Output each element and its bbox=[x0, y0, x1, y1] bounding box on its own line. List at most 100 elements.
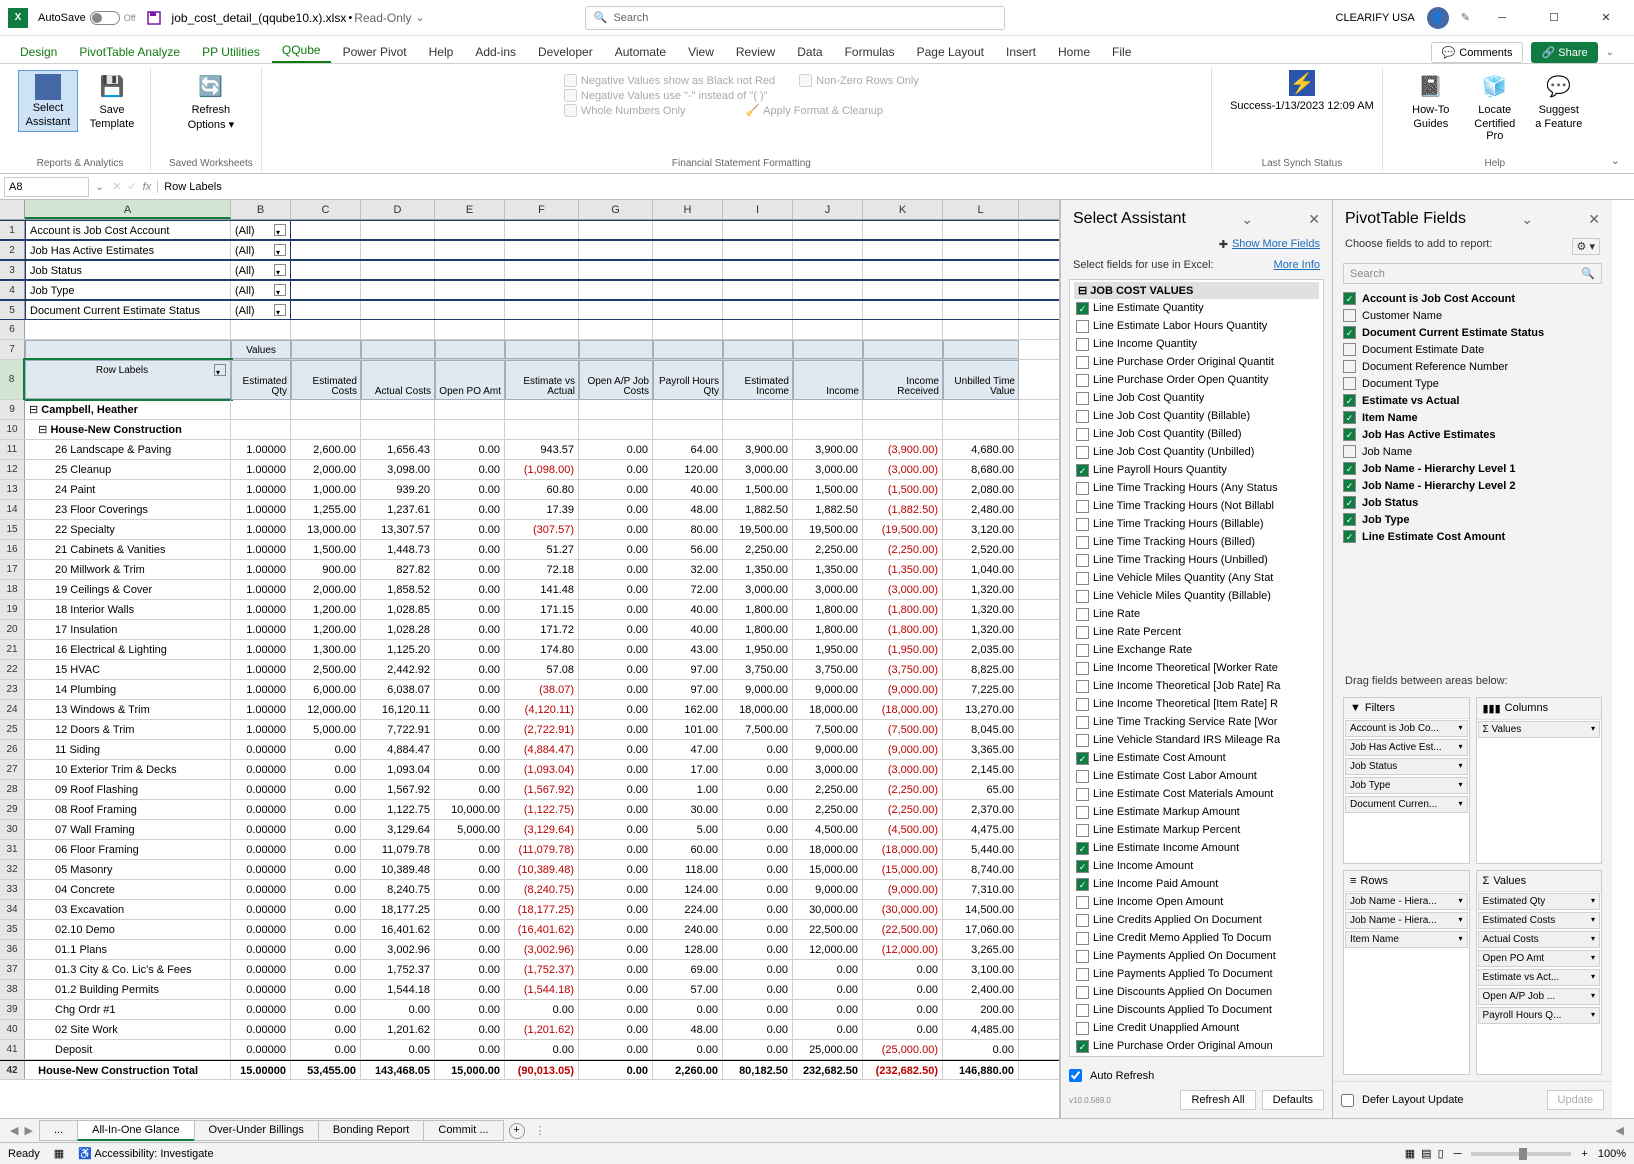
area-field[interactable]: Job Type bbox=[1345, 777, 1468, 794]
value-cell[interactable]: 9,000.00 bbox=[723, 680, 793, 699]
value-cell[interactable]: 0.00 bbox=[579, 820, 653, 839]
item-name[interactable]: 15 HVAC bbox=[25, 660, 231, 679]
row-header[interactable]: 24 bbox=[0, 700, 25, 719]
field-item[interactable]: Line Payments Applied To Document bbox=[1074, 965, 1319, 983]
cell[interactable] bbox=[653, 340, 723, 359]
value-cell[interactable]: 0.00 bbox=[579, 940, 653, 959]
value-cell[interactable]: 9,000.00 bbox=[793, 740, 863, 759]
value-cell[interactable]: (11,079.78) bbox=[505, 840, 579, 859]
item-name[interactable]: 09 Roof Flashing bbox=[25, 780, 231, 799]
value-cell[interactable]: 17,060.00 bbox=[943, 920, 1019, 939]
tab-developer[interactable]: Developer bbox=[528, 41, 603, 63]
field-item[interactable]: Line Credit Memo Applied To Docum bbox=[1074, 929, 1319, 947]
value-cell[interactable]: 0.00 bbox=[863, 960, 943, 979]
value-cell[interactable]: 1,201.62 bbox=[361, 1020, 435, 1039]
sheet-tab[interactable]: Bonding Report bbox=[318, 1120, 424, 1141]
value-cell[interactable]: 2,400.00 bbox=[943, 980, 1019, 999]
pivot-field-item[interactable]: Job Name bbox=[1343, 443, 1602, 460]
value-cell[interactable]: 2,080.00 bbox=[943, 480, 1019, 499]
row-header[interactable]: 32 bbox=[0, 860, 25, 879]
value-cell[interactable]: (2,250.00) bbox=[863, 540, 943, 559]
row-header[interactable]: 2 bbox=[0, 241, 25, 259]
value-cell[interactable]: 16,120.11 bbox=[361, 700, 435, 719]
value-cell[interactable]: 72.00 bbox=[653, 580, 723, 599]
value-cell[interactable]: 0.00 bbox=[291, 980, 361, 999]
cell[interactable] bbox=[505, 340, 579, 359]
value-cell[interactable]: 97.00 bbox=[653, 660, 723, 679]
value-cell[interactable]: 0.00 bbox=[291, 780, 361, 799]
value-cell[interactable]: (4,120.11) bbox=[505, 700, 579, 719]
tab-pp-utilities[interactable]: PP Utilities bbox=[192, 41, 270, 63]
cell[interactable] bbox=[653, 301, 723, 319]
value-cell[interactable]: 0.00 bbox=[435, 780, 505, 799]
field-item[interactable]: Line Payments Applied On Document bbox=[1074, 947, 1319, 965]
value-cell[interactable]: 1.00000 bbox=[231, 500, 291, 519]
value-cell[interactable]: 0.00 bbox=[579, 1020, 653, 1039]
value-cell[interactable]: 0.00000 bbox=[231, 820, 291, 839]
value-cell[interactable]: 118.00 bbox=[653, 860, 723, 879]
item-name[interactable]: 20 Millwork & Trim bbox=[25, 560, 231, 579]
field-item[interactable]: Line Vehicle Miles Quantity (Any Stat bbox=[1074, 569, 1319, 587]
pivot-field-item[interactable]: Document Type bbox=[1343, 375, 1602, 392]
row-header[interactable]: 20 bbox=[0, 620, 25, 639]
value-cell[interactable]: (3,129.64) bbox=[505, 820, 579, 839]
cell[interactable] bbox=[863, 261, 943, 279]
item-name[interactable]: 21 Cabinets & Vanities bbox=[25, 540, 231, 559]
value-cell[interactable]: 939.20 bbox=[361, 480, 435, 499]
cell[interactable] bbox=[579, 281, 653, 299]
item-name[interactable]: 19 Ceilings & Cover bbox=[25, 580, 231, 599]
total-value[interactable]: 53,455.00 bbox=[291, 1061, 361, 1079]
value-header[interactable]: Unbilled Time Value bbox=[943, 360, 1019, 400]
column-header[interactable]: D bbox=[361, 200, 435, 219]
row-header[interactable]: 29 bbox=[0, 800, 25, 819]
value-cell[interactable]: (4,884.47) bbox=[505, 740, 579, 759]
value-cell[interactable]: 0.00 bbox=[435, 460, 505, 479]
field-item[interactable]: Line Estimate Labor Hours Quantity bbox=[1074, 317, 1319, 335]
refresh-options-button[interactable]: 🔄 RefreshOptions ▾ bbox=[181, 70, 241, 131]
auto-refresh-check[interactable] bbox=[1069, 1069, 1082, 1082]
value-cell[interactable]: 0.00 bbox=[579, 740, 653, 759]
cell[interactable] bbox=[723, 320, 793, 339]
value-cell[interactable]: 0.00 bbox=[291, 1020, 361, 1039]
value-cell[interactable]: (1,201.62) bbox=[505, 1020, 579, 1039]
item-name[interactable]: 08 Roof Framing bbox=[25, 800, 231, 819]
value-cell[interactable]: 0.00 bbox=[291, 760, 361, 779]
value-cell[interactable]: 3,365.00 bbox=[943, 740, 1019, 759]
value-cell[interactable]: 0.00 bbox=[361, 1040, 435, 1059]
item-name[interactable]: 26 Landscape & Paving bbox=[25, 440, 231, 459]
value-cell[interactable]: (2,722.91) bbox=[505, 720, 579, 739]
value-cell[interactable]: 0.00 bbox=[435, 440, 505, 459]
value-cell[interactable]: 80.00 bbox=[653, 520, 723, 539]
value-cell[interactable]: 0.00 bbox=[579, 1000, 653, 1019]
item-name[interactable]: 01.2 Building Permits bbox=[25, 980, 231, 999]
value-cell[interactable]: 0.00000 bbox=[231, 960, 291, 979]
value-cell[interactable]: 0.00 bbox=[435, 720, 505, 739]
value-cell[interactable]: 2,370.00 bbox=[943, 800, 1019, 819]
value-cell[interactable]: 0.00 bbox=[579, 840, 653, 859]
value-cell[interactable]: 0.00 bbox=[505, 1040, 579, 1059]
value-cell[interactable]: (1,567.92) bbox=[505, 780, 579, 799]
value-cell[interactable]: 1,125.20 bbox=[361, 640, 435, 659]
column-header[interactable]: F bbox=[505, 200, 579, 219]
value-cell[interactable]: 1.00000 bbox=[231, 720, 291, 739]
total-value[interactable]: (232,682.50) bbox=[863, 1061, 943, 1079]
filter-label[interactable]: Job Status bbox=[25, 261, 231, 279]
value-cell[interactable]: 43.00 bbox=[653, 640, 723, 659]
field-item[interactable]: Line Income Quantity bbox=[1074, 335, 1319, 353]
value-cell[interactable]: (30,000.00) bbox=[863, 900, 943, 919]
filter-value[interactable]: (All) bbox=[231, 221, 291, 239]
value-cell[interactable]: 0.00 bbox=[579, 800, 653, 819]
search-input[interactable]: 🔍Search bbox=[585, 6, 1005, 30]
value-cell[interactable]: 0.00 bbox=[863, 1020, 943, 1039]
item-name[interactable]: 17 Insulation bbox=[25, 620, 231, 639]
item-name[interactable]: 02 Site Work bbox=[25, 1020, 231, 1039]
row-header[interactable]: 27 bbox=[0, 760, 25, 779]
cell[interactable] bbox=[361, 241, 435, 259]
value-header[interactable]: Actual Costs bbox=[361, 360, 435, 400]
row-header[interactable]: 11 bbox=[0, 440, 25, 459]
field-item[interactable]: Line Time Tracking Hours (Billed) bbox=[1074, 533, 1319, 551]
value-cell[interactable]: 0.00 bbox=[435, 680, 505, 699]
total-value[interactable]: 146,880.00 bbox=[943, 1061, 1019, 1079]
cell[interactable] bbox=[291, 241, 361, 259]
area-field[interactable]: Estimate vs Act... bbox=[1478, 969, 1601, 986]
